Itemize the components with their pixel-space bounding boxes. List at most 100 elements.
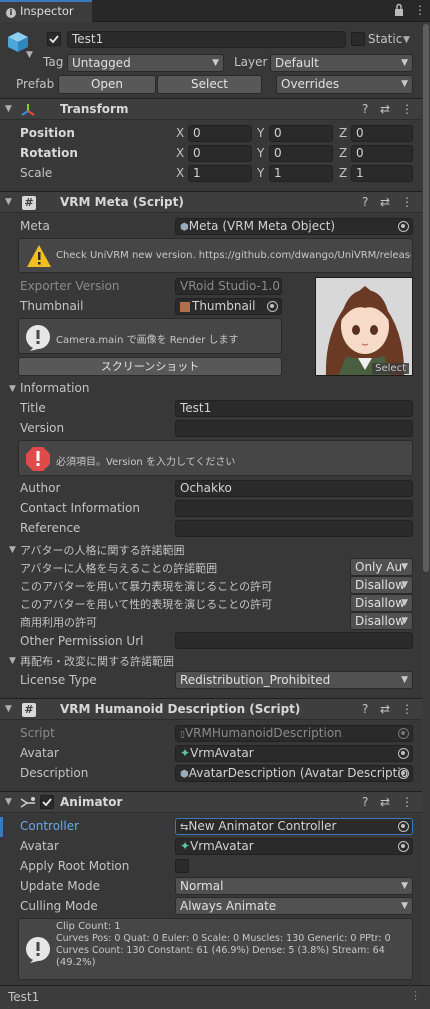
description-field[interactable]: ⬢AvatarDescription (Avatar Descriptio bbox=[175, 765, 413, 782]
position-x-label[interactable]: X bbox=[176, 126, 184, 140]
thumbnail-select-label[interactable]: Select bbox=[372, 363, 409, 374]
tag-label: Tag bbox=[43, 55, 64, 69]
layer-dropdown[interactable]: Default ▼ bbox=[270, 54, 413, 72]
rotation-y-label[interactable]: Y bbox=[257, 146, 264, 160]
meta-field[interactable]: ⬢Meta (VRM Meta Object) bbox=[175, 218, 413, 235]
tab-inspector[interactable]: i Inspector bbox=[0, 0, 92, 22]
information-foldout-arrow[interactable]: ▼ bbox=[9, 384, 16, 394]
contact-field[interactable] bbox=[175, 500, 413, 517]
active-checkbox[interactable] bbox=[47, 32, 61, 46]
version-label: Version bbox=[20, 421, 65, 435]
avatar-permission-section[interactable]: アバターの人格に関する許諾範囲 bbox=[20, 542, 185, 558]
culling-mode-dropdown[interactable]: Always Animate ▼ bbox=[175, 897, 413, 915]
icon-dropdown-arrow[interactable]: ▼ bbox=[26, 50, 33, 60]
transform-icon bbox=[20, 102, 36, 121]
rotation-x-label[interactable]: X bbox=[176, 146, 184, 160]
perm3-dropdown[interactable]: Disallow ▼ bbox=[350, 594, 413, 612]
title-label: Title bbox=[20, 401, 46, 415]
controller-highlight-bar bbox=[0, 817, 3, 837]
animator-header[interactable]: ▼ Animator ? ⇄ ⋮ bbox=[0, 791, 422, 813]
rotation-z-field[interactable]: 0 bbox=[351, 145, 413, 162]
more-options-icon[interactable]: ⋮ bbox=[401, 702, 413, 716]
static-dropdown-arrow[interactable]: ▼ bbox=[403, 35, 410, 45]
foldout-arrow[interactable]: ▼ bbox=[5, 704, 12, 714]
vrm-meta-header[interactable]: ▼ # VRM Meta (Script) ? ⇄ ⋮ bbox=[0, 191, 422, 213]
rotation-y-field[interactable]: 0 bbox=[269, 145, 333, 162]
lock-icon[interactable] bbox=[394, 3, 404, 17]
object-picker-icon[interactable] bbox=[398, 841, 409, 852]
transform-header[interactable]: ▼ Transform ? ⇄ ⋮ bbox=[0, 98, 422, 120]
thumbnail-preview[interactable]: Select bbox=[315, 277, 413, 376]
help-icon[interactable]: ? bbox=[362, 102, 368, 116]
more-options-icon[interactable]: ⋮ bbox=[401, 195, 413, 209]
overrides-dropdown[interactable]: Overrides ▼ bbox=[276, 75, 413, 94]
more-options-icon[interactable]: ⋮ bbox=[401, 795, 413, 809]
object-picker-icon[interactable] bbox=[398, 221, 409, 232]
description-label: Description bbox=[20, 766, 89, 780]
rotation-x-field[interactable]: 0 bbox=[188, 145, 252, 162]
version-field[interactable] bbox=[175, 420, 413, 437]
scale-label: Scale bbox=[20, 166, 53, 180]
redistribution-foldout-arrow[interactable]: ▼ bbox=[9, 656, 16, 666]
position-z-field[interactable]: 0 bbox=[351, 125, 413, 142]
humanoid-avatar-label: Avatar bbox=[20, 746, 59, 760]
humanoid-header[interactable]: ▼ # VRM Humanoid Description (Script) ? … bbox=[0, 698, 422, 720]
other-permission-field[interactable] bbox=[175, 632, 413, 649]
title-field[interactable]: Test1 bbox=[175, 400, 413, 417]
apply-root-motion-checkbox[interactable] bbox=[175, 859, 189, 873]
information-label[interactable]: Information bbox=[20, 381, 89, 395]
help-icon[interactable]: ? bbox=[362, 195, 368, 209]
scale-y-field[interactable]: 1 bbox=[269, 165, 333, 182]
perm2-dropdown[interactable]: Disallow ▼ bbox=[350, 576, 413, 594]
perm4-dropdown[interactable]: Disallow ▼ bbox=[350, 612, 413, 630]
thumbnail-field[interactable]: Thumbnail bbox=[175, 298, 282, 315]
redistribution-section[interactable]: 再配布・改変に関する許諾範囲 bbox=[20, 653, 174, 669]
update-mode-dropdown[interactable]: Normal ▼ bbox=[175, 877, 413, 895]
scale-z-label[interactable]: Z bbox=[339, 166, 347, 180]
scrollbar-thumb[interactable] bbox=[423, 24, 429, 572]
animator-avatar-field[interactable]: ✦VrmAvatar bbox=[175, 838, 413, 855]
position-y-label[interactable]: Y bbox=[257, 126, 264, 140]
foldout-arrow[interactable]: ▼ bbox=[5, 197, 12, 207]
scale-x-label[interactable]: X bbox=[176, 166, 184, 180]
object-picker-icon[interactable] bbox=[267, 301, 278, 312]
animator-avatar-label: Avatar bbox=[20, 839, 59, 853]
scale-y-label[interactable]: Y bbox=[257, 166, 264, 180]
help-icon[interactable]: ? bbox=[362, 702, 368, 716]
scale-x-field[interactable]: 1 bbox=[188, 165, 252, 182]
static-checkbox[interactable] bbox=[351, 32, 365, 46]
humanoid-avatar-field[interactable]: ✦VrmAvatar bbox=[175, 745, 413, 762]
avatar-permission-foldout-arrow[interactable]: ▼ bbox=[9, 545, 16, 555]
animator-enabled-checkbox[interactable] bbox=[40, 795, 54, 809]
object-picker-icon[interactable] bbox=[398, 748, 409, 759]
prefab-label: Prefab bbox=[16, 77, 55, 91]
prefab-select-button[interactable]: Select bbox=[157, 75, 262, 94]
object-picker-icon[interactable] bbox=[398, 768, 409, 779]
presets-icon[interactable]: ⇄ bbox=[380, 102, 390, 116]
license-type-dropdown[interactable]: Redistribution_Prohibited ▼ bbox=[175, 671, 413, 689]
more-options-icon[interactable]: ⋮ bbox=[414, 3, 426, 17]
foldout-arrow[interactable]: ▼ bbox=[5, 104, 12, 114]
controller-field[interactable]: ⇆New Animator Controller bbox=[175, 818, 413, 835]
scale-z-field[interactable]: 1 bbox=[351, 165, 413, 182]
prefab-open-button[interactable]: Open bbox=[58, 75, 156, 94]
tag-dropdown[interactable]: Untagged ▼ bbox=[67, 54, 224, 72]
reference-field[interactable] bbox=[175, 520, 413, 537]
foldout-arrow[interactable]: ▼ bbox=[5, 797, 12, 807]
resize-handle-icon[interactable]: ⋮ bbox=[410, 989, 421, 1002]
perm1-dropdown[interactable]: Only Au ▼ bbox=[350, 558, 413, 576]
object-picker-icon[interactable] bbox=[398, 821, 409, 832]
position-y-field[interactable]: 0 bbox=[269, 125, 333, 142]
screenshot-button[interactable]: スクリーンショット bbox=[18, 357, 282, 376]
chevron-down-icon: ▼ bbox=[212, 58, 219, 68]
rotation-z-label[interactable]: Z bbox=[339, 146, 347, 160]
position-z-label[interactable]: Z bbox=[339, 126, 347, 140]
presets-icon[interactable]: ⇄ bbox=[380, 795, 390, 809]
presets-icon[interactable]: ⇄ bbox=[380, 702, 390, 716]
author-field[interactable]: Ochakko bbox=[175, 480, 413, 497]
position-x-field[interactable]: 0 bbox=[188, 125, 252, 142]
help-icon[interactable]: ? bbox=[362, 795, 368, 809]
more-options-icon[interactable]: ⋮ bbox=[401, 102, 413, 116]
presets-icon[interactable]: ⇄ bbox=[380, 195, 390, 209]
name-field[interactable]: Test1 bbox=[67, 31, 346, 48]
